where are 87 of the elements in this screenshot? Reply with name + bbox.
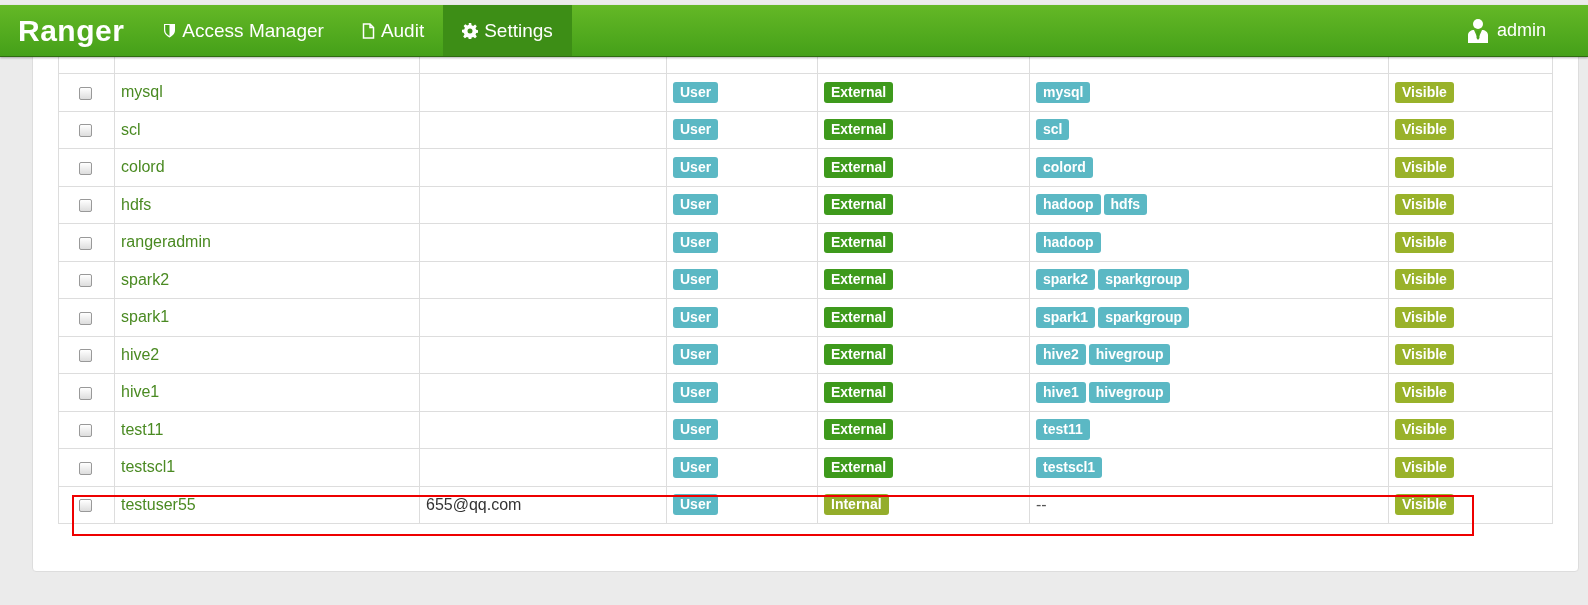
row-checkbox[interactable]	[79, 424, 92, 437]
source-label: External	[824, 306, 894, 328]
settings-icon	[462, 22, 479, 39]
user-name-link[interactable]: spark2	[121, 270, 170, 288]
group-label: hive1	[1036, 381, 1086, 403]
visibility-label: Visible	[1395, 231, 1454, 253]
shield-icon	[163, 23, 177, 38]
role-label: User	[673, 494, 719, 516]
nav-tab[interactable]: Settings	[443, 5, 572, 56]
user-name-link[interactable]: hdfs	[121, 195, 152, 213]
group-label: testscl1	[1036, 456, 1103, 478]
source-label: External	[824, 456, 894, 478]
group-label: hive2	[1036, 344, 1086, 366]
row-checkbox[interactable]	[79, 349, 92, 362]
row-checkbox[interactable]	[79, 199, 92, 212]
role-label: User	[673, 156, 719, 178]
role-label: User	[673, 306, 719, 328]
source-label: External	[824, 381, 894, 403]
role-label: User	[673, 456, 719, 478]
group-label: hivegroup	[1088, 381, 1171, 403]
visibility-label: Visible	[1395, 306, 1454, 328]
role-label: User	[673, 419, 719, 441]
user-name-link[interactable]: hive2	[121, 345, 160, 363]
source-label: External	[824, 419, 894, 441]
source-label: External	[824, 269, 894, 291]
user-name-link[interactable]: colord	[121, 158, 165, 176]
group-label: hdfs	[1103, 194, 1148, 216]
role-label: User	[673, 194, 719, 216]
role-label: User	[673, 119, 719, 141]
source-label: External	[824, 194, 894, 216]
group-label: mysql	[1036, 81, 1091, 103]
group-label: sparkgroup	[1098, 306, 1190, 328]
user-name-link[interactable]: test11	[121, 420, 164, 438]
row-checkbox[interactable]	[79, 386, 92, 400]
role-label: User	[673, 381, 719, 403]
visibility-label: Visible	[1395, 456, 1454, 478]
user-icon	[1466, 17, 1489, 44]
group-label: colord	[1036, 156, 1093, 178]
visibility-label: Visible	[1395, 269, 1454, 291]
row-checkbox[interactable]	[79, 311, 92, 325]
visibility-label: Visible	[1395, 381, 1454, 403]
user-name-link[interactable]: spark1	[121, 308, 170, 326]
email-text: 655@qq.com	[426, 495, 522, 513]
group-label: sparkgroup	[1098, 269, 1190, 291]
row-checkbox[interactable]	[79, 86, 92, 100]
source-label: External	[824, 231, 894, 253]
user-name-link[interactable]: testuser55	[121, 495, 196, 513]
row-checkbox[interactable]	[79, 274, 92, 287]
user-name-link[interactable]: hive1	[121, 383, 160, 401]
brand-logo[interactable]: Ranger	[0, 5, 145, 56]
group-label: hadoop	[1036, 194, 1101, 216]
row-checkbox[interactable]	[79, 461, 92, 475]
nav-tab[interactable]: Audit	[342, 5, 444, 56]
source-label: External	[824, 156, 894, 178]
visibility-label: Visible	[1395, 156, 1454, 178]
user-name-link[interactable]: testscl1	[121, 458, 176, 476]
source-label: External	[824, 81, 894, 103]
user-menu[interactable]: admin	[1466, 5, 1588, 56]
source-label: External	[824, 344, 894, 366]
source-label: Internal	[824, 494, 889, 516]
group-label: spark1	[1036, 306, 1096, 328]
row-checkbox[interactable]	[79, 499, 92, 512]
visibility-label: Visible	[1395, 194, 1454, 216]
role-label: User	[673, 269, 719, 291]
visibility-label: Visible	[1395, 494, 1454, 516]
user-name-link[interactable]: rangeradmin	[121, 233, 211, 251]
group-label: spark2	[1036, 269, 1096, 291]
nav-tab[interactable]: Access Manager	[144, 5, 343, 56]
role-label: User	[673, 344, 719, 366]
user-name-link[interactable]: scl	[121, 120, 141, 138]
visibility-label: Visible	[1395, 81, 1454, 103]
group-label: scl	[1036, 119, 1070, 141]
row-checkbox[interactable]	[79, 124, 92, 137]
document-icon	[361, 22, 375, 39]
user-name-link[interactable]: mysql	[121, 83, 163, 101]
visibility-label: Visible	[1395, 419, 1454, 441]
visibility-label: Visible	[1395, 119, 1454, 141]
row-checkbox[interactable]	[79, 236, 92, 250]
role-label: User	[673, 81, 719, 103]
group-label: hivegroup	[1088, 344, 1171, 366]
empty-groups-text: --	[1036, 495, 1047, 513]
visibility-label: Visible	[1395, 344, 1454, 366]
group-label: hadoop	[1036, 231, 1101, 253]
source-label: External	[824, 119, 894, 141]
role-label: User	[673, 231, 719, 253]
row-checkbox[interactable]	[79, 161, 92, 175]
group-label: test11	[1036, 419, 1090, 441]
